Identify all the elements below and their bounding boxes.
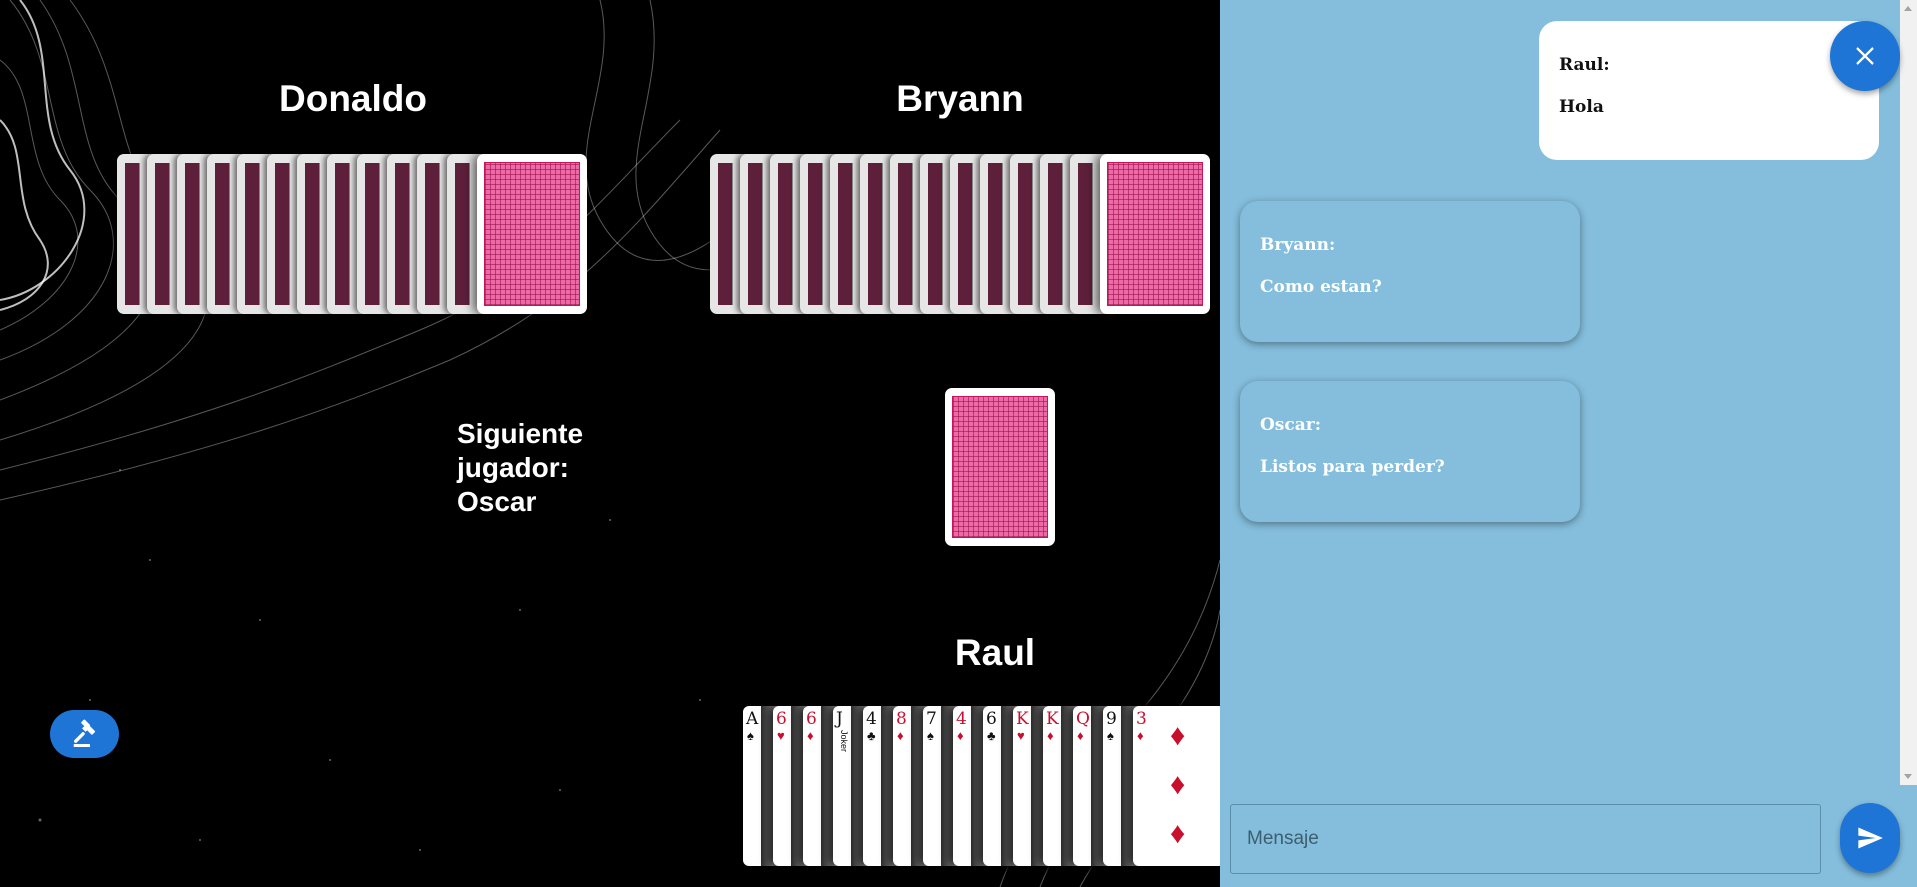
chat-message: Oscar: Listos para perder? <box>1240 381 1580 522</box>
chat-scrollbar[interactable] <box>1900 0 1917 785</box>
card-rank: J <box>836 709 843 729</box>
card-rank: 4 <box>866 709 877 729</box>
message-sender: Oscar: <box>1260 415 1321 435</box>
card-suit: ♦ <box>897 728 904 743</box>
card-back-top <box>477 154 587 314</box>
message-sender: Bryann: <box>1260 235 1336 255</box>
opponent-hand-left <box>117 154 587 314</box>
scroll-up-icon[interactable] <box>1904 6 1912 11</box>
card-suit: ♦ <box>1137 728 1144 743</box>
draw-pile[interactable] <box>945 388 1055 546</box>
send-icon <box>1858 827 1883 849</box>
gavel-icon <box>73 719 95 747</box>
gavel-button[interactable] <box>50 710 119 758</box>
card-rank: 6 <box>806 709 817 729</box>
message-text: Hola <box>1559 97 1604 117</box>
card-rank: 7 <box>926 709 937 729</box>
card-suit: ♦ <box>957 728 964 743</box>
card-label: Joker <box>839 730 849 753</box>
card-suit: ♣ <box>987 728 996 743</box>
card-rank: A <box>746 709 759 729</box>
card-suit: ♠ <box>1107 728 1114 743</box>
hand-card-top[interactable]: 3 ♦ ♦ ♦ ♦ <box>1133 706 1220 866</box>
card-suit: ♥ <box>1017 728 1025 743</box>
card-pip: ♦ <box>1170 719 1186 752</box>
card-suit: ♣ <box>867 728 876 743</box>
player-name-me: Raul <box>954 632 1036 673</box>
my-hand: A ♠ 6 ♥ 6 ♦ J Joker 4 ♣ 8 ♦ 7 ♠ 4 ♦ 6 ♣ K ♥ K ♦ Q ♦ … <box>743 706 1220 866</box>
card-pip: ♦ <box>1170 817 1186 850</box>
card-suit: ♠ <box>747 728 754 743</box>
card-pip: ♦ <box>1170 768 1186 801</box>
card-rank: 6 <box>986 709 997 729</box>
message-text: Listos para perder? <box>1260 457 1445 477</box>
card-suit: ♦ <box>807 728 814 743</box>
card-suit: ♦ <box>1077 728 1084 743</box>
game-board: Donaldo Bryann Siguiente jugador: Oscar <box>0 0 1220 887</box>
close-icon <box>1856 47 1874 65</box>
card-suit: ♠ <box>927 728 934 743</box>
card-back-top <box>1100 154 1210 314</box>
chat-message: Bryann: Como estan? <box>1240 201 1580 342</box>
message-sender: Raul: <box>1559 55 1610 75</box>
card-suit: ♦ <box>1047 728 1054 743</box>
scroll-down-icon[interactable] <box>1904 774 1912 779</box>
next-player-status: Siguiente jugador: Oscar <box>457 418 584 517</box>
send-button[interactable] <box>1840 803 1900 873</box>
card-rank: 8 <box>896 709 907 729</box>
card-rank: 3 <box>1136 709 1147 729</box>
card-rank: 6 <box>776 709 787 729</box>
card-rank: 4 <box>956 709 967 729</box>
card-rank: 9 <box>1106 709 1117 729</box>
card-rank: K <box>1016 709 1029 729</box>
opponent-hand-right <box>710 154 1210 314</box>
card-rank: K <box>1046 709 1059 729</box>
player-name-left: Donaldo <box>279 78 427 119</box>
card-suit: ♥ <box>777 728 785 743</box>
card-rank: Q <box>1076 709 1090 729</box>
message-input[interactable] <box>1230 804 1821 874</box>
player-name-right: Bryann <box>896 78 1024 119</box>
message-text: Como estan? <box>1260 277 1382 297</box>
chat-message-own: Raul: Hola <box>1539 21 1879 160</box>
close-chat-button[interactable] <box>1830 21 1900 91</box>
